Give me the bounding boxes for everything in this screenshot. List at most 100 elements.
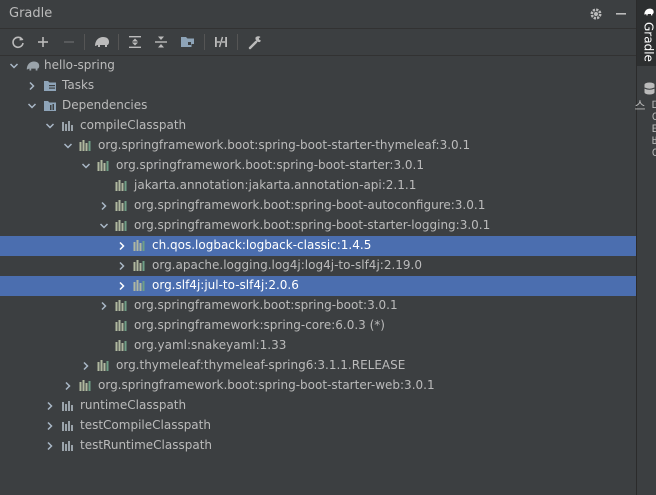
chevron-down-icon[interactable] bbox=[80, 160, 92, 172]
tree-node[interactable]: compileClasspath bbox=[0, 116, 636, 136]
configuration-icon bbox=[61, 419, 75, 433]
tree-node-label: Dependencies bbox=[62, 98, 148, 112]
tree-node-label: hello-spring bbox=[44, 58, 115, 72]
tree-node-label: org.yaml:snakeyaml:1.33 bbox=[134, 338, 287, 352]
tab-gradle[interactable]: Gradle bbox=[637, 0, 656, 66]
chevron-down-icon[interactable] bbox=[44, 120, 56, 132]
configuration-icon bbox=[61, 399, 75, 413]
dependency-tree: hello-spring Tasks Dependencies compileClas… bbox=[0, 56, 636, 495]
tree-node-label: org.springframework.boot:spring-boot:3.0… bbox=[134, 298, 398, 312]
collapse-all-icon bbox=[155, 36, 167, 48]
tool-window-header: Gradle bbox=[0, 0, 636, 29]
configuration-icon bbox=[61, 439, 75, 453]
tree-node[interactable]: org.slf4j:jul-to-slf4j:2.0.6 bbox=[0, 276, 636, 296]
library-icon bbox=[115, 319, 129, 333]
add-button[interactable] bbox=[33, 32, 53, 52]
configuration-icon bbox=[61, 119, 75, 133]
tree-node-label: jakarta.annotation:jakarta.annotation-ap… bbox=[134, 178, 417, 192]
database-icon bbox=[642, 82, 656, 95]
tree-node[interactable]: org.springframework.boot:spring-boot-sta… bbox=[0, 216, 636, 236]
tree-node[interactable]: org.springframework.boot:spring-boot-sta… bbox=[0, 156, 636, 176]
chevron-down-icon[interactable] bbox=[62, 140, 74, 152]
tree-node-label: org.springframework.boot:spring-boot-sta… bbox=[98, 138, 471, 152]
wrench-icon bbox=[248, 36, 261, 50]
library-icon bbox=[79, 379, 93, 393]
library-icon bbox=[115, 219, 129, 233]
tree-node-label: testCompileClasspath bbox=[80, 418, 211, 432]
execute-task-button[interactable] bbox=[92, 32, 112, 52]
tree-node[interactable]: org.springframework.boot:spring-boot-sta… bbox=[0, 136, 636, 156]
folder-icon bbox=[43, 79, 57, 93]
reload-button[interactable] bbox=[8, 32, 28, 52]
tree-node[interactable]: Tasks bbox=[0, 76, 636, 96]
chevron-right-icon[interactable] bbox=[44, 400, 56, 412]
gradle-project-icon bbox=[25, 59, 40, 73]
tree-node[interactable]: org.thymeleaf:thymeleaf-spring6:3.1.1.RE… bbox=[0, 356, 636, 376]
tree-node-label: Tasks bbox=[62, 78, 95, 92]
tree-node[interactable]: org.springframework.boot:spring-boot-sta… bbox=[0, 376, 636, 396]
tree-node-label: compileClasspath bbox=[80, 118, 187, 132]
tree-node-label: runtimeClasspath bbox=[80, 398, 187, 412]
tab-gradle-label: Gradle bbox=[641, 22, 656, 62]
tree-node[interactable]: testRuntimeClasspath bbox=[0, 436, 636, 456]
tree-node[interactable]: Dependencies bbox=[0, 96, 636, 116]
library-icon bbox=[97, 359, 111, 373]
chevron-right-icon[interactable] bbox=[80, 360, 92, 372]
expand-all-button[interactable] bbox=[125, 32, 145, 52]
build-settings-button[interactable] bbox=[245, 32, 265, 52]
folder-group-icon bbox=[181, 37, 195, 47]
tree-node[interactable]: org.apache.logging.log4j:log4j-to-slf4j:… bbox=[0, 256, 636, 276]
group-modules-button[interactable] bbox=[178, 32, 198, 52]
library-icon bbox=[115, 199, 129, 213]
tree-node-label: org.springframework.boot:spring-boot-sta… bbox=[98, 378, 435, 392]
dependencies-folder-icon bbox=[43, 99, 57, 113]
library-icon bbox=[133, 279, 147, 293]
offline-icon bbox=[215, 36, 227, 48]
tree-node-label: org.springframework.boot:spring-boot-sta… bbox=[134, 218, 491, 232]
tab-database-label: 데이터베이스 bbox=[632, 99, 656, 159]
tree-node-label: testRuntimeClasspath bbox=[80, 438, 213, 452]
tree-node-label: org.springframework.boot:spring-boot-sta… bbox=[116, 158, 424, 172]
right-tool-stripe: Gradle 데이터베이스 bbox=[633, 0, 656, 495]
chevron-right-icon[interactable] bbox=[98, 300, 110, 312]
chevron-right-icon[interactable] bbox=[62, 380, 74, 392]
chevron-right-icon[interactable] bbox=[26, 80, 38, 92]
library-icon bbox=[97, 159, 111, 173]
minimize-icon[interactable] bbox=[611, 4, 631, 24]
tree-node[interactable]: org.springframework:spring-core:6.0.3 (*… bbox=[0, 316, 636, 336]
tool-window-title: Gradle bbox=[9, 6, 53, 21]
chevron-right-icon[interactable] bbox=[116, 280, 128, 292]
refresh-icon bbox=[12, 36, 24, 49]
tree-node[interactable]: hello-spring bbox=[0, 56, 636, 76]
chevron-right-icon[interactable] bbox=[44, 420, 56, 432]
tree-node-label: org.thymeleaf:thymeleaf-spring6:3.1.1.RE… bbox=[116, 358, 406, 372]
chevron-right-icon[interactable] bbox=[44, 440, 56, 452]
plus-icon bbox=[38, 37, 48, 47]
settings-gear-icon[interactable] bbox=[586, 4, 606, 24]
library-icon bbox=[115, 339, 129, 353]
tree-node[interactable]: org.yaml:snakeyaml:1.33 bbox=[0, 336, 636, 356]
collapse-all-button[interactable] bbox=[151, 32, 171, 52]
chevron-right-icon[interactable] bbox=[116, 240, 128, 252]
library-icon bbox=[115, 179, 129, 193]
tree-node-label: ch.qos.logback:logback-classic:1.4.5 bbox=[152, 238, 372, 252]
tree-node[interactable]: runtimeClasspath bbox=[0, 396, 636, 416]
chevron-down-icon[interactable] bbox=[26, 100, 38, 112]
tree-node[interactable]: jakarta.annotation:jakarta.annotation-ap… bbox=[0, 176, 636, 196]
toggle-offline-button[interactable] bbox=[211, 32, 231, 52]
expand-all-icon bbox=[129, 36, 141, 48]
chevron-down-icon[interactable] bbox=[98, 220, 110, 232]
library-icon bbox=[133, 259, 147, 273]
tree-node[interactable]: org.springframework.boot:spring-boot-aut… bbox=[0, 196, 636, 216]
minus-icon bbox=[64, 41, 74, 43]
tree-node[interactable]: org.springframework.boot:spring-boot:3.0… bbox=[0, 296, 636, 316]
tab-database[interactable]: 데이터베이스 bbox=[633, 76, 656, 166]
chevron-right-icon[interactable] bbox=[98, 200, 110, 212]
remove-button[interactable] bbox=[59, 32, 79, 52]
elephant-icon bbox=[642, 6, 656, 18]
elephant-icon bbox=[95, 37, 109, 47]
chevron-down-icon[interactable] bbox=[8, 60, 20, 72]
tree-node[interactable]: testCompileClasspath bbox=[0, 416, 636, 436]
chevron-right-icon[interactable] bbox=[116, 260, 128, 272]
tree-node[interactable]: ch.qos.logback:logback-classic:1.4.5 bbox=[0, 236, 636, 256]
